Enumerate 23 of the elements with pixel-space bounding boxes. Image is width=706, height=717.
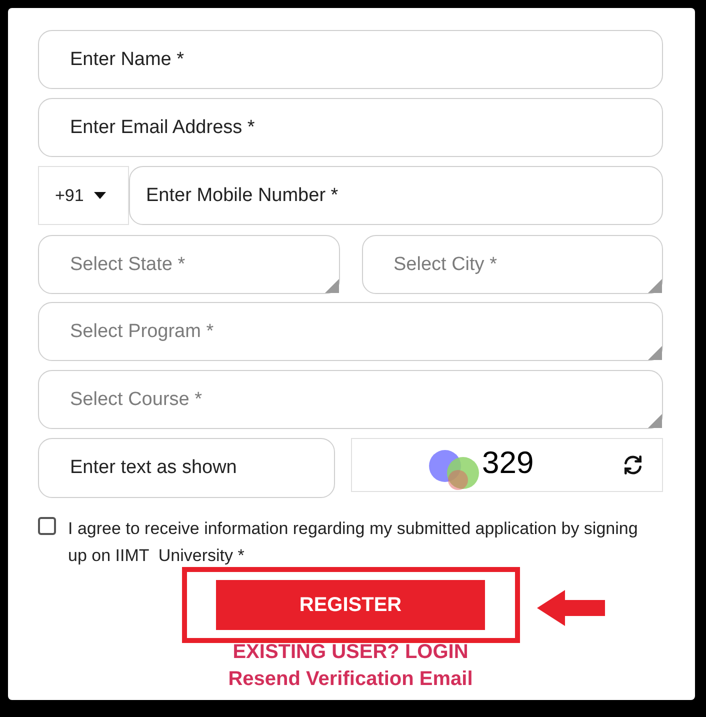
select-field[interactable]: Select Program * [38, 302, 663, 361]
arrow-icon [537, 590, 605, 626]
input-field[interactable]: Enter Mobile Number * [129, 166, 663, 225]
input-field[interactable]: Enter Email Address * [38, 98, 663, 157]
input-field[interactable]: Enter text as shown [38, 438, 335, 498]
select-field[interactable]: Select City * [362, 235, 663, 294]
select-field[interactable]: Select Course * [38, 370, 663, 429]
captcha-text: 329 [482, 445, 534, 481]
input-field[interactable]: Enter Name * [38, 30, 663, 89]
login-link[interactable]: EXISTING USER? LOGIN [232, 639, 468, 666]
resize-handle-icon [324, 279, 338, 293]
register-button[interactable]: REGISTER [216, 580, 485, 630]
checkbox[interactable] [38, 517, 56, 535]
resize-handle-icon [648, 414, 662, 428]
consent-text: I agree to receive information regarding my submitted application by signing up on IIMT University * [68, 518, 638, 567]
refresh-icon[interactable] [622, 454, 644, 476]
resize-handle-icon [648, 346, 662, 360]
resend-link[interactable]: Resend Verification Email [228, 666, 473, 693]
select-field[interactable]: Select State * [38, 235, 340, 294]
resize-handle-icon [648, 279, 662, 293]
captcha-noise-icon [428, 448, 480, 492]
country-code-dropdown[interactable]: +91 [38, 166, 129, 225]
caret-icon [94, 192, 106, 199]
